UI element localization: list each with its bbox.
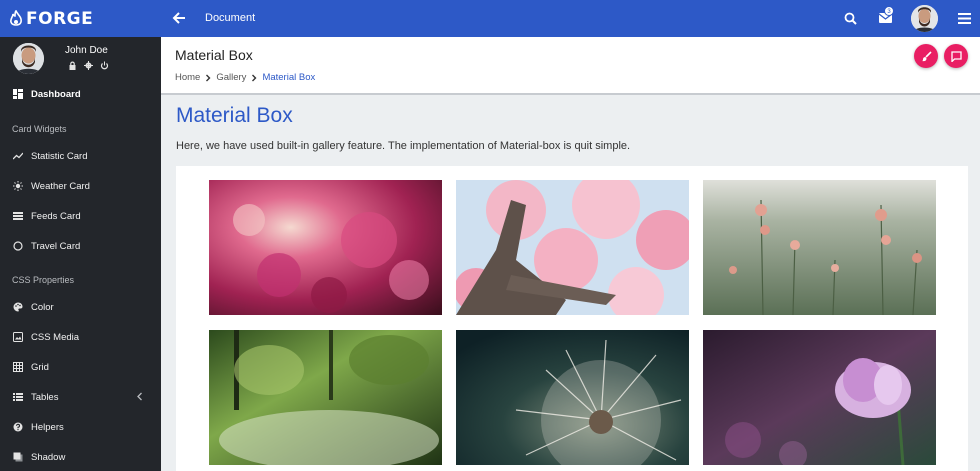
sidebar-item-grid[interactable]: Grid: [0, 357, 161, 377]
help-icon: [13, 422, 23, 432]
gallery-image-dandelion[interactable]: [456, 330, 689, 465]
brush-icon: [921, 50, 932, 61]
meadow-flowers-image: [703, 180, 936, 315]
sidebar-item-feeds-card[interactable]: Feeds Card: [0, 206, 161, 226]
sidebar-item-label: Shadow: [31, 451, 66, 463]
sidebar-item-color[interactable]: Color: [0, 297, 161, 317]
sidebar-item-dashboard[interactable]: Dashboard: [0, 84, 161, 104]
sidebar-section-css-properties: CSS Properties: [12, 275, 75, 285]
table-icon: [13, 393, 23, 401]
document-title: Document: [205, 12, 256, 24]
shadow-icon: [13, 452, 23, 462]
trending-up-icon: [13, 152, 23, 160]
sidebar-item-label: Statistic Card: [31, 150, 88, 162]
purple-flower-image: [703, 330, 936, 465]
sidebar-item-label: Grid: [31, 361, 49, 373]
page-title: Material Box: [176, 104, 293, 127]
navbar: Document 3: [161, 0, 980, 37]
pink-flowers-image: [209, 180, 442, 315]
lock-icon[interactable]: [68, 61, 77, 70]
sidebar-avatar[interactable]: [13, 43, 44, 74]
breadcrumb-home[interactable]: Home: [175, 72, 200, 83]
dandelion-image: [456, 330, 689, 465]
breadcrumb: Home Gallery Material Box: [175, 72, 315, 83]
user-profile: John Doe: [0, 37, 161, 80]
sidebar-section-card-widgets: Card Widgets: [12, 124, 67, 134]
user-avatar-image: [911, 5, 938, 32]
breadcrumb-current: Material Box: [262, 72, 316, 83]
sidebar-item-shadow[interactable]: Shadow: [0, 447, 161, 467]
material-box-gallery: [176, 166, 968, 471]
back-arrow-icon[interactable]: [172, 11, 186, 25]
grid-icon: [13, 362, 23, 372]
user-avatar[interactable]: [911, 5, 938, 32]
chat-action-button[interactable]: [944, 44, 968, 68]
sidebar-item-tables[interactable]: Tables: [0, 387, 161, 407]
sidebar-item-travel-card[interactable]: Travel Card: [0, 236, 161, 256]
menu-icon[interactable]: [958, 13, 971, 24]
chevron-right-icon: [252, 74, 257, 81]
brush-action-button[interactable]: [914, 44, 938, 68]
forest-image: [209, 330, 442, 465]
gallery-image-cherry-blossom[interactable]: [456, 180, 689, 315]
power-icon[interactable]: [100, 61, 109, 70]
sidebar-item-label: Tables: [31, 391, 59, 403]
page-description: Here, we have used built-in gallery feat…: [176, 140, 631, 152]
sidebar-avatar-image: [13, 43, 44, 74]
sidebar-item-weather-card[interactable]: Weather Card: [0, 176, 161, 196]
sidebar-item-helpers[interactable]: Helpers: [0, 417, 161, 437]
list-icon: [13, 212, 23, 220]
flame-logo-icon: [10, 9, 22, 26]
settings-gear-icon[interactable]: [84, 61, 93, 70]
chevron-left-icon[interactable]: [136, 392, 144, 401]
mail-count-badge: 3: [884, 6, 894, 16]
header-title: Material Box: [175, 47, 253, 63]
gallery-image-forest[interactable]: [209, 330, 442, 465]
user-name: John Doe: [65, 45, 108, 56]
sun-icon: [13, 181, 23, 191]
page-header: Material Box Home Gallery Material Box: [161, 37, 980, 95]
chat-icon: [950, 50, 962, 62]
sidebar: John Doe Dashboard Card Widgets Statisti…: [0, 37, 161, 471]
palette-icon: [13, 302, 23, 312]
sidebar-item-label: CSS Media: [31, 331, 80, 343]
sidebar-item-label: Feeds Card: [31, 210, 81, 222]
gallery-image-purple-flower[interactable]: [703, 330, 936, 465]
sidebar-item-label: Helpers: [31, 421, 64, 433]
sidebar-item-css-media[interactable]: CSS Media: [0, 327, 161, 347]
sidebar-item-label: Dashboard: [31, 88, 81, 100]
chevron-right-icon: [206, 74, 211, 81]
brand-name: FORGE: [26, 8, 94, 29]
sidebar-item-label: Travel Card: [31, 240, 81, 252]
search-icon[interactable]: [844, 12, 857, 25]
media-icon: [13, 332, 23, 342]
dashboard-icon: [13, 89, 23, 99]
gallery-image-pink-flowers[interactable]: [209, 180, 442, 315]
sidebar-item-label: Weather Card: [31, 180, 90, 192]
sidebar-item-label: Color: [31, 301, 54, 313]
gallery-image-meadow-flowers[interactable]: [703, 180, 936, 315]
sidebar-item-statistic-card[interactable]: Statistic Card: [0, 146, 161, 166]
cherry-blossom-image: [456, 180, 689, 315]
circle-icon: [13, 241, 23, 251]
breadcrumb-gallery[interactable]: Gallery: [216, 72, 246, 83]
top-bar: FORGE Document 3: [0, 0, 980, 37]
brand[interactable]: FORGE: [0, 0, 161, 37]
user-actions: [68, 61, 109, 70]
